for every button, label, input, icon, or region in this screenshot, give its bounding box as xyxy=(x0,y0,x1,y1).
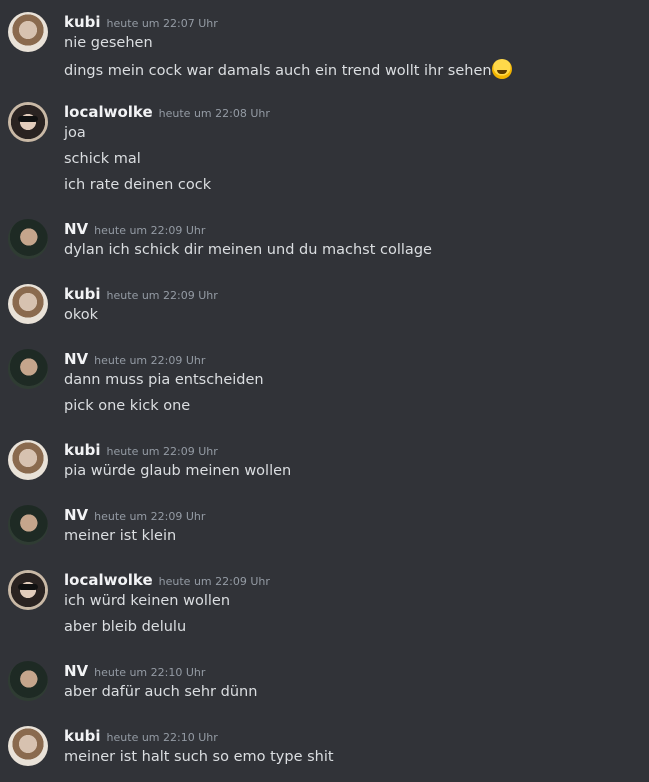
message-list: kubi heute um 22:07 Uhr nie gesehen dings… xyxy=(0,0,649,782)
avatar[interactable] xyxy=(8,102,48,142)
avatar[interactable] xyxy=(8,661,48,701)
author-name[interactable]: NV xyxy=(64,506,88,524)
timestamp: heute um 22:09 Uhr xyxy=(158,575,270,588)
message-text: dings mein cock war damals auch ein tren… xyxy=(64,63,492,79)
avatar[interactable] xyxy=(8,726,48,766)
author-name[interactable]: kubi xyxy=(64,285,101,303)
author-name[interactable]: kubi xyxy=(64,441,101,459)
message-header: kubi heute um 22:07 Uhr xyxy=(64,12,218,32)
message-text: pia würde glaub meinen wollen xyxy=(64,463,292,479)
message-text: aber bleib delulu xyxy=(64,619,187,635)
timestamp: heute um 22:07 Uhr xyxy=(106,17,218,30)
message-text: meiner ist halt such so emo type shit xyxy=(64,749,334,765)
message-line: dings mein cock war damals auch ein tren… xyxy=(64,59,512,81)
message-text: ich rate deinen cock xyxy=(64,177,212,193)
message-text: dann muss pia entscheiden xyxy=(64,372,264,388)
message-header: kubi heute um 22:10 Uhr xyxy=(64,726,218,746)
message-text: schick mal xyxy=(64,151,141,167)
message-header: NV heute um 22:09 Uhr xyxy=(64,219,205,239)
author-name[interactable]: NV xyxy=(64,220,88,238)
message-text: aber dafür auch sehr dünn xyxy=(64,684,258,700)
message-text: ich würd keinen wollen xyxy=(64,593,231,609)
author-name[interactable]: NV xyxy=(64,350,88,368)
avatar[interactable] xyxy=(8,440,48,480)
message-text: nie gesehen xyxy=(64,35,153,51)
timestamp: heute um 22:09 Uhr xyxy=(94,510,206,523)
message-header: localwolke heute um 22:09 Uhr xyxy=(64,570,270,590)
avatar[interactable] xyxy=(8,12,48,52)
message-header: NV heute um 22:09 Uhr xyxy=(64,505,205,525)
avatar[interactable] xyxy=(8,219,48,259)
author-name[interactable]: localwolke xyxy=(64,571,153,589)
timestamp: heute um 22:10 Uhr xyxy=(106,731,218,744)
author-name[interactable]: localwolke xyxy=(64,103,153,121)
timestamp: heute um 22:09 Uhr xyxy=(94,354,206,367)
avatar[interactable] xyxy=(8,505,48,545)
timestamp: heute um 22:09 Uhr xyxy=(94,224,206,237)
timestamp: heute um 22:09 Uhr xyxy=(106,289,218,302)
avatar[interactable] xyxy=(8,284,48,324)
sunglasses-icon xyxy=(18,584,38,590)
timestamp: heute um 22:09 Uhr xyxy=(106,445,218,458)
timestamp: heute um 22:08 Uhr xyxy=(158,107,270,120)
message-text: meiner ist klein xyxy=(64,528,177,544)
author-name[interactable]: kubi xyxy=(64,13,101,31)
author-name[interactable]: NV xyxy=(64,662,88,680)
message-text: pick one kick one xyxy=(64,398,191,414)
message-header: NV heute um 22:09 Uhr xyxy=(64,349,205,369)
message-text: joa xyxy=(64,125,86,141)
avatar[interactable] xyxy=(8,349,48,389)
message-header: kubi heute um 22:09 Uhr xyxy=(64,440,218,460)
avatar[interactable] xyxy=(8,570,48,610)
timestamp: heute um 22:10 Uhr xyxy=(94,666,206,679)
sweat-smile-emoji-icon xyxy=(491,59,512,79)
message-header: NV heute um 22:10 Uhr xyxy=(64,661,205,681)
message-text: dylan ich schick dir meinen und du machs… xyxy=(64,242,432,258)
message-header: kubi heute um 22:09 Uhr xyxy=(64,284,218,304)
message-header: localwolke heute um 22:08 Uhr xyxy=(64,102,270,122)
message-text: okok xyxy=(64,307,99,323)
sunglasses-icon xyxy=(18,116,38,122)
author-name[interactable]: kubi xyxy=(64,727,101,745)
